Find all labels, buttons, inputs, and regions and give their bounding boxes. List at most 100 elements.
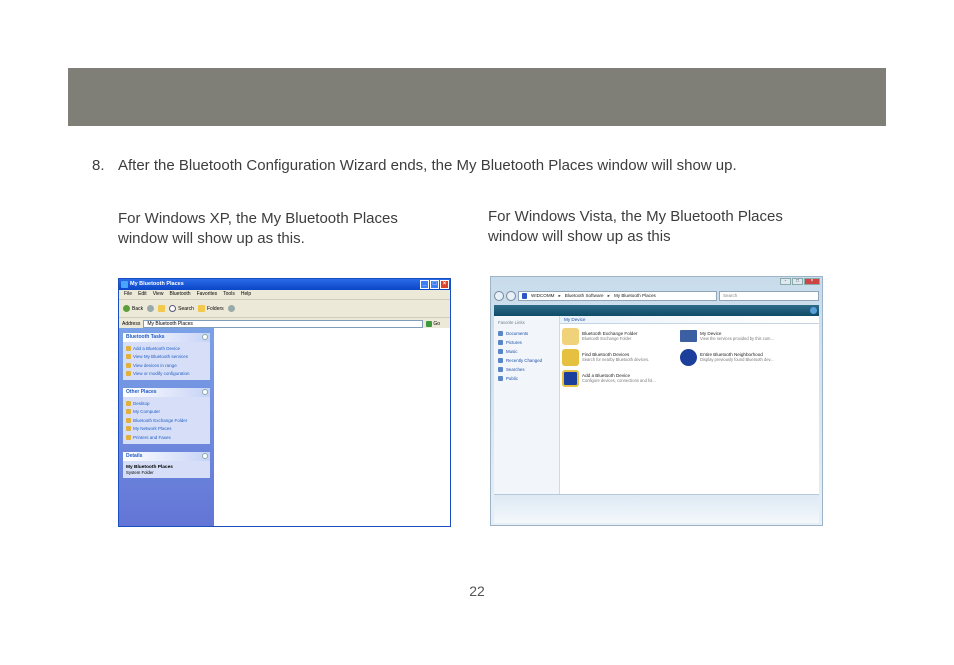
xp-window: My Bluetooth Places _ □ × File Edit View… xyxy=(118,278,451,527)
close-icon[interactable]: × xyxy=(440,280,449,289)
network-icon xyxy=(126,426,131,432)
maximize-icon[interactable]: □ xyxy=(430,280,439,289)
vista-nav-bar: WIDCOMM ▸ Bluetooth Software ▸ My Blueto… xyxy=(494,289,819,302)
place-exchange-folder[interactable]: Bluetooth Exchange Folder xyxy=(126,416,207,425)
item-entire-neighborhood[interactable]: Entire Bluetooth Neighborhood Display pre… xyxy=(680,349,798,366)
close-icon[interactable]: × xyxy=(804,278,820,285)
public-icon xyxy=(498,376,503,381)
step-number: 8. xyxy=(92,157,105,174)
place-desktop[interactable]: Desktop xyxy=(126,399,207,408)
minimize-icon[interactable]: _ xyxy=(420,280,429,289)
folder-up-icon xyxy=(158,305,166,312)
xp-content-area[interactable] xyxy=(214,328,450,526)
up-button[interactable] xyxy=(158,305,166,312)
go-button[interactable]: Go xyxy=(426,320,440,327)
folders-icon xyxy=(197,305,205,312)
vista-address-bar[interactable]: WIDCOMM ▸ Bluetooth Software ▸ My Blueto… xyxy=(518,290,717,301)
maximize-icon[interactable]: □ xyxy=(792,278,803,285)
services-icon xyxy=(126,354,131,360)
xp-menu-bar: File Edit View Bluetooth Favorites Tools… xyxy=(119,290,450,300)
breadcrumb-my-bluetooth-places[interactable]: My Bluetooth Places xyxy=(614,292,656,300)
task-view-devices[interactable]: View devices in range xyxy=(126,361,207,370)
collapse-icon[interactable] xyxy=(202,389,208,395)
menu-favorites[interactable]: Favorites xyxy=(197,290,218,299)
menu-help[interactable]: Help xyxy=(241,290,251,299)
search-button[interactable]: Search xyxy=(169,305,194,312)
back-arrow-icon[interactable] xyxy=(494,290,504,301)
place-my-computer[interactable]: My Computer xyxy=(126,408,207,417)
vista-search-input[interactable]: Search xyxy=(719,290,819,301)
breadcrumb-bluetooth-software[interactable]: Bluetooth Software xyxy=(565,292,604,300)
back-button[interactable]: Back xyxy=(123,305,143,312)
menu-view[interactable]: View xyxy=(153,290,164,299)
link-pictures[interactable]: Pictures xyxy=(498,338,555,347)
magnifier-icon xyxy=(562,349,579,366)
link-music[interactable]: Music xyxy=(498,347,555,356)
link-documents[interactable]: Documents xyxy=(498,329,555,338)
bluetooth-tasks-pane: Bluetooth Tasks Add a Bluetooth Device V… xyxy=(123,333,210,380)
link-recently-changed[interactable]: Recently Changed xyxy=(498,356,555,365)
vista-caption: For Windows Vista, the My Bluetooth Plac… xyxy=(488,208,783,245)
task-add-device[interactable]: Add a Bluetooth Device xyxy=(126,344,207,353)
details-header[interactable]: Details xyxy=(123,451,210,461)
breadcrumb-widcomm[interactable]: WIDCOMM xyxy=(531,292,554,300)
collapse-icon[interactable] xyxy=(202,452,208,459)
details-pane: Details My Bluetooth Places System Folde… xyxy=(123,451,210,478)
address-input[interactable]: My Bluetooth Places xyxy=(143,319,424,328)
go-arrow-icon xyxy=(426,320,433,327)
menu-tools[interactable]: Tools xyxy=(223,290,235,299)
step-instruction: 8. After the Bluetooth Configuration Wiza… xyxy=(92,157,737,174)
favorite-links-label: Favorite Links xyxy=(498,320,525,325)
folder-icon xyxy=(126,417,131,423)
forward-arrow-icon[interactable] xyxy=(506,290,516,301)
other-places-pane: Other Places Desktop My Computer Bluetoo… xyxy=(123,388,210,444)
help-icon[interactable] xyxy=(810,307,817,314)
place-network[interactable]: My Network Places xyxy=(126,425,207,434)
folder-icon xyxy=(562,328,579,345)
item-add-device[interactable]: Add a Bluetooth Device Configure devices,… xyxy=(562,370,680,387)
task-view-services[interactable]: View My Bluetooth services xyxy=(126,353,207,362)
recent-icon xyxy=(498,358,503,363)
minimize-icon[interactable]: - xyxy=(780,278,791,285)
desktop-icon xyxy=(126,400,131,406)
other-places-header[interactable]: Other Places xyxy=(123,388,210,397)
xp-task-pane: Bluetooth Tasks Add a Bluetooth Device V… xyxy=(119,328,214,526)
bluetooth-tasks-header[interactable]: Bluetooth Tasks xyxy=(123,333,210,342)
link-public[interactable]: Public xyxy=(498,374,555,383)
forward-arrow-icon xyxy=(147,305,155,312)
item-find-devices[interactable]: Find Bluetooth Devices Search for nearby … xyxy=(562,349,680,366)
bluetooth-icon xyxy=(680,349,697,366)
xp-caption: For Windows XP, the My Bluetooth Places … xyxy=(118,210,398,247)
config-icon xyxy=(126,371,131,377)
printer-icon xyxy=(126,434,131,440)
add-bluetooth-icon xyxy=(562,370,579,387)
devices-icon xyxy=(126,362,131,368)
my-device-section: My Device xyxy=(560,316,819,324)
music-icon xyxy=(498,349,503,354)
search-icon xyxy=(169,305,177,312)
vista-nav-pane: Favorite Links Documents Pictures Music … xyxy=(494,316,560,494)
xp-toolbar: Back Search Folders xyxy=(119,300,450,318)
menu-bluetooth[interactable]: Bluetooth xyxy=(169,290,190,299)
menu-edit[interactable]: Edit xyxy=(138,290,147,299)
views-button[interactable] xyxy=(227,305,235,312)
vista-details-pane xyxy=(494,494,819,523)
searches-icon xyxy=(498,367,503,372)
forward-button[interactable] xyxy=(147,305,155,312)
details-type: System Folder xyxy=(126,469,154,475)
vista-content-area: My Device Bluetooth Exchange Folder Bluet… xyxy=(560,316,819,494)
task-view-config[interactable]: View or modify configuration xyxy=(126,370,207,379)
folders-button[interactable]: Folders xyxy=(197,305,224,312)
xp-title-bar: My Bluetooth Places _ □ × xyxy=(119,279,450,290)
address-label: Address xyxy=(122,320,141,327)
pictures-icon xyxy=(498,340,503,345)
item-my-device[interactable]: My Device View the services provided by t… xyxy=(680,328,798,345)
step-text: After the Bluetooth Configuration Wizard… xyxy=(118,157,737,174)
vista-window: - □ × WIDCOMM ▸ Bluetooth Software ▸ My … xyxy=(490,276,823,526)
collapse-icon[interactable] xyxy=(202,334,208,340)
place-printers[interactable]: Printers and Faxes xyxy=(126,433,207,442)
item-exchange-folder[interactable]: Bluetooth Exchange Folder Bluetooth Excha… xyxy=(562,328,680,345)
link-searches[interactable]: Searches xyxy=(498,365,555,374)
page-number: 22 xyxy=(469,583,485,599)
menu-file[interactable]: File xyxy=(124,290,132,299)
